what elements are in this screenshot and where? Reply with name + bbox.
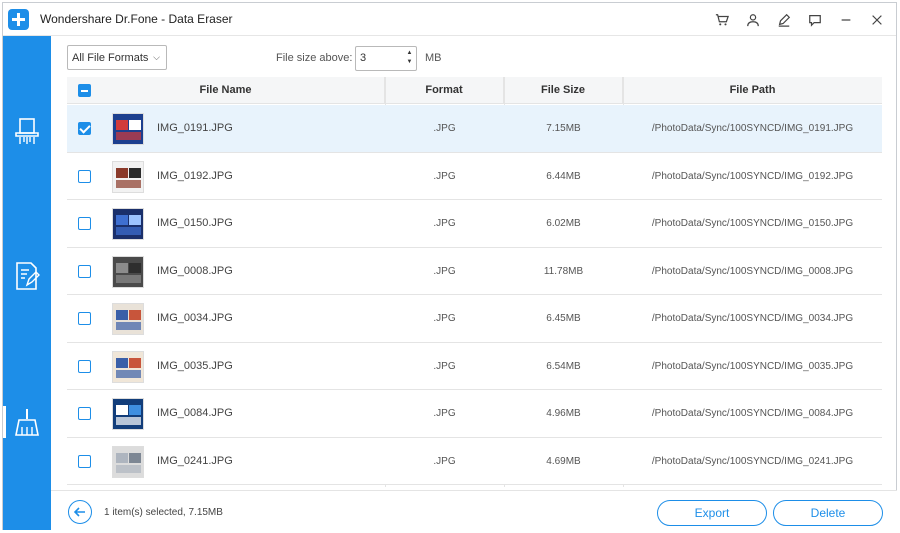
spinner-icon[interactable]: ▲ ▼	[405, 49, 414, 68]
file-size: 7.15MB	[546, 123, 581, 134]
file-path: /PhotoData/Sync/100SYNCD/IMG_0241.JPG	[651, 455, 854, 467]
table-row[interactable]: IMG_0241.JPG .JPG 4.69MB/PhotoData/Sync/10…	[67, 437, 882, 485]
image-thumbnail	[112, 303, 144, 335]
file-size-input[interactable]: 3 ▲ ▼	[355, 46, 417, 71]
cart-icon[interactable]	[710, 10, 733, 30]
title-bar: Wondershare Dr.Fone - Data Eraser	[3, 3, 896, 36]
file-format: .JPG	[433, 313, 456, 324]
column-header-path-label: File Path	[729, 84, 776, 96]
file-path: /PhotoData/Sync/100SYNCD/IMG_0008.JPG	[651, 265, 854, 277]
image-thumbnail	[112, 208, 144, 240]
column-header-path[interactable]: File Path	[623, 77, 882, 104]
file-path: /PhotoData/Sync/100SYNCD/IMG_0192.JPG	[651, 170, 854, 182]
feedback-icon[interactable]	[803, 10, 826, 30]
table-row[interactable]: IMG_0150.JPG .JPG 6.02MB/PhotoData/Sync/10…	[67, 200, 882, 248]
close-icon[interactable]	[865, 10, 888, 30]
image-thumbnail	[112, 398, 144, 430]
table-row[interactable]: IMG_0084.JPG .JPG 4.96MB/PhotoData/Sync/10…	[67, 390, 882, 438]
file-name: IMG_0241.JPG	[157, 454, 233, 467]
erase-all-data-icon	[15, 118, 39, 144]
file-size: 4.69MB	[546, 455, 581, 467]
edit-icon[interactable]	[772, 10, 795, 30]
file-format: .JPG	[433, 123, 456, 134]
table-row[interactable]: IMG_0035.JPG .JPG 6.54MB/PhotoData/Sync/10…	[67, 342, 882, 390]
sidebar-item-erase-all-data[interactable]	[3, 112, 51, 152]
file-size: 6.45MB	[546, 313, 581, 324]
file-size-value: 3	[360, 52, 367, 64]
row-checkbox[interactable]	[78, 264, 91, 278]
table-row[interactable]: IMG_0034.JPG .JPG 6.45MB/PhotoData/Sync/10…	[67, 295, 882, 343]
table-header: File Name Format File Size File Path	[67, 77, 882, 104]
row-checkbox[interactable]	[78, 122, 91, 135]
chevron-down-icon: ⌵	[153, 52, 160, 62]
file-name: IMG_0034.JPG	[157, 312, 233, 324]
row-checkbox[interactable]	[78, 454, 91, 468]
file-name: IMG_0192.JPG	[157, 169, 233, 182]
footer-bar: 1 item(s) selected, 7.15MB Export Delete	[51, 490, 897, 530]
free-up-space-icon	[15, 409, 39, 436]
file-format: .JPG	[433, 170, 456, 182]
filter-bar: All File Formats ⌵ File size above: 3 ▲ ▼…	[67, 44, 882, 72]
file-path: /PhotoData/Sync/100SYNCD/IMG_0035.JPG	[651, 360, 854, 372]
file-format: .JPG	[433, 360, 456, 372]
sidebar-item-free-up-space[interactable]	[3, 402, 51, 442]
column-header-name[interactable]: File Name	[67, 77, 385, 104]
drfone-logo-icon	[8, 9, 29, 30]
table-row[interactable]: IMG_0008.JPG .JPG 11.78MB/PhotoData/Sync/1…	[67, 247, 882, 295]
file-name: IMG_0084.JPG	[157, 407, 233, 419]
file-path: /PhotoData/Sync/100SYNCD/IMG_0034.JPG	[651, 313, 854, 324]
file-format: .JPG	[433, 218, 456, 229]
file-format-select-value: All File Formats	[72, 52, 149, 64]
file-size: 11.78MB	[543, 265, 584, 277]
export-button[interactable]: Export	[657, 500, 767, 526]
file-size-label: File size above:	[276, 52, 353, 64]
file-name: IMG_0035.JPG	[157, 359, 233, 372]
minimize-icon[interactable]	[834, 10, 857, 30]
selection-status: 1 item(s) selected, 7.15MB	[104, 507, 223, 518]
file-name: IMG_0191.JPG	[157, 122, 233, 134]
row-checkbox[interactable]	[78, 217, 91, 230]
table-row[interactable]: IMG_0192.JPG .JPG 6.44MB/PhotoData/Sync/10…	[67, 152, 882, 200]
app-title: Wondershare Dr.Fone - Data Eraser	[40, 12, 233, 26]
image-thumbnail	[112, 445, 144, 478]
arrow-left-icon	[73, 507, 85, 517]
file-path: /PhotoData/Sync/100SYNCD/IMG_0084.JPG	[651, 408, 854, 419]
image-thumbnail	[112, 160, 144, 193]
file-format-select[interactable]: All File Formats ⌵	[67, 45, 167, 70]
file-size: 6.54MB	[546, 360, 581, 372]
file-size-unit: MB	[425, 52, 442, 64]
file-size: 6.44MB	[546, 170, 581, 182]
table-body: IMG_0191.JPG .JPG 7.15MB/PhotoData/Sync/10…	[67, 105, 882, 485]
image-thumbnail	[112, 113, 144, 145]
file-path: /PhotoData/Sync/100SYNCD/IMG_0150.JPG	[651, 218, 854, 229]
column-header-size-label: File Size	[540, 84, 586, 96]
file-table: File Name Format File Size File Path IMG…	[67, 77, 882, 487]
column-header-name-label: File Name	[199, 84, 252, 96]
column-header-size[interactable]: File Size	[504, 77, 623, 104]
file-format: .JPG	[433, 265, 456, 277]
delete-button[interactable]: Delete	[773, 500, 883, 526]
user-icon[interactable]	[741, 10, 764, 30]
sidebar	[3, 36, 51, 530]
file-name: IMG_0150.JPG	[157, 217, 233, 229]
table-row[interactable]: IMG_0191.JPG .JPG 7.15MB/PhotoData/Sync/10…	[67, 105, 882, 153]
file-format: .JPG	[433, 455, 456, 467]
file-path: /PhotoData/Sync/100SYNCD/IMG_0191.JPG	[651, 123, 854, 134]
image-thumbnail	[112, 350, 144, 383]
row-checkbox[interactable]	[78, 169, 91, 183]
column-header-format[interactable]: Format	[385, 77, 504, 104]
back-button[interactable]	[68, 500, 92, 524]
file-size: 4.96MB	[546, 408, 581, 419]
file-size: 6.02MB	[546, 218, 581, 229]
file-name: IMG_0008.JPG	[157, 264, 233, 277]
row-checkbox[interactable]	[78, 359, 91, 373]
file-format: .JPG	[433, 408, 456, 419]
app-window: Wondershare Dr.Fone - Data Eraser All Fi…	[2, 2, 897, 530]
erase-private-data-icon	[16, 262, 40, 290]
row-checkbox[interactable]	[78, 407, 91, 420]
sidebar-item-erase-private-data[interactable]	[3, 256, 51, 296]
row-checkbox[interactable]	[78, 312, 91, 325]
column-header-format-label: Format	[425, 84, 463, 96]
image-thumbnail	[112, 255, 144, 288]
